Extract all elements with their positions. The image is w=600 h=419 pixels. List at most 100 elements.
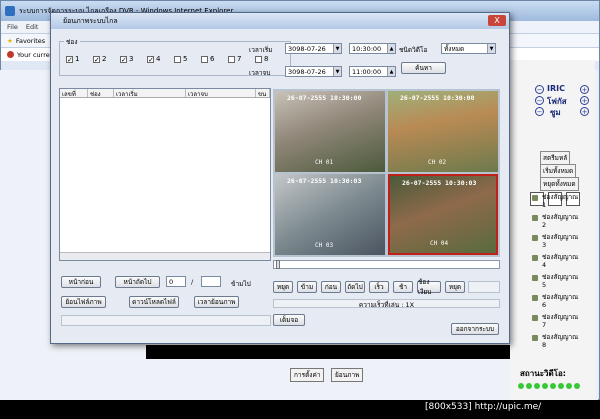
end-time-input[interactable]: 11:00:00 ▲	[349, 66, 396, 77]
chevron-down-icon: ▼	[333, 44, 341, 53]
skip-button[interactable]: ข้าม	[297, 281, 317, 293]
start-time-label: เวลาเริ่ม	[249, 46, 273, 54]
channel-item[interactable]: ช่องสัญญาณ 7	[532, 313, 578, 329]
start-all-button[interactable]: เริ่มทั้งหมด	[540, 164, 577, 178]
column-size: ขน	[256, 89, 270, 98]
record-list[interactable]: เลขที่ ช่อง เวลาเริ่ม เวลาจบ ขน	[59, 88, 271, 261]
plus-focus-icon[interactable]: +	[580, 96, 589, 105]
warning-icon	[7, 51, 14, 58]
settings-button[interactable]: การตั้งค่า	[290, 368, 325, 382]
fullscreen-button[interactable]: เต็มจอ	[273, 314, 305, 326]
camera-icon	[532, 295, 538, 301]
fast-button[interactable]: เร็ว	[369, 281, 389, 293]
warning-text: Your curre	[17, 50, 50, 59]
camera-view-2[interactable]: 26-07-2555 10:30:00 CH 02	[388, 91, 498, 172]
plus-zoom-icon[interactable]: +	[580, 107, 589, 116]
next-button[interactable]: ถัดไป	[345, 281, 365, 293]
channel-checkbox-7[interactable]: 7	[228, 55, 241, 63]
horizontal-scrollbar[interactable]	[60, 252, 270, 260]
list-header: เลขที่ ช่อง เวลาเริ่ม เวลาจบ ขน	[60, 89, 270, 98]
menu-edit[interactable]: Edit	[26, 23, 39, 31]
progress-handle[interactable]	[276, 260, 280, 269]
camera-icon	[532, 195, 538, 201]
prev-page-button[interactable]: หน้าก่อน	[61, 276, 101, 288]
camera-icon	[532, 215, 538, 221]
stop-all-button[interactable]: หยุดทั้งหมด	[540, 177, 579, 191]
minus-zoom-icon[interactable]: −	[535, 107, 544, 116]
camera-id: CH 02	[428, 159, 447, 166]
camera-icon	[532, 335, 538, 341]
end-date-input[interactable]: 3098-07-26 ▼	[285, 66, 342, 77]
minus-iris-icon[interactable]: −	[535, 85, 544, 94]
camera-view-3[interactable]: 26-07-2555 10:30:03 CH 03	[275, 174, 385, 255]
local-file-button[interactable]: ย้อนไฟล์ภาพ	[61, 296, 106, 308]
control-spacer	[468, 281, 500, 293]
video-grid: 26-07-2555 10:30:00 CH 01 26-07-2555 10:…	[273, 89, 500, 257]
channel-item[interactable]: ช่องสัญญาณ 4	[532, 253, 578, 269]
channel-checkbox-3[interactable]: ✓ 3	[120, 55, 133, 63]
status-dot	[542, 383, 548, 389]
stream-select[interactable]: สตรีมหลั	[540, 151, 571, 165]
video-type-select[interactable]: ทั้งหมด ▼	[441, 43, 496, 54]
exit-button[interactable]: ออกจากระบบ	[451, 323, 499, 335]
playback-speed-label: ความเร็วที่เล่น : 1X	[273, 299, 500, 309]
channel-item[interactable]: ช่องสัญญาณ 8	[532, 333, 578, 349]
chevron-down-icon: ▼	[333, 67, 341, 76]
menu-file[interactable]: File	[7, 23, 18, 31]
page-total	[201, 276, 221, 287]
page-input[interactable]: 0	[166, 276, 186, 287]
minus-focus-icon[interactable]: −	[535, 96, 544, 105]
download-file-button[interactable]: ดาวน์โหลดไฟล์	[129, 296, 179, 308]
channel-checkbox-6[interactable]: 6	[201, 55, 214, 63]
camera-icon	[532, 255, 538, 261]
status-dot	[574, 383, 580, 389]
chevron-down-icon: ▼	[487, 44, 495, 53]
status-indicators	[518, 383, 580, 389]
playback-progress-bar[interactable]	[273, 260, 500, 269]
search-button[interactable]: ค้นหา	[401, 62, 446, 74]
mute-button[interactable]: ช้องเงียบ	[417, 278, 441, 296]
column-end: เวลาจบ	[186, 89, 256, 98]
channel-item[interactable]: ช่องสัญญาณ 1	[532, 193, 578, 209]
playback-dialog: ย้อนภาพระบบไกล X ช่อง ✓ 1 ✓ 2 ✓ 3 ✓ 4 5 6 7 …	[50, 12, 510, 344]
camera-view-1[interactable]: 26-07-2555 10:30:00 CH 01	[275, 91, 385, 172]
channel-item[interactable]: ช่องสัญญาณ 5	[532, 273, 578, 289]
previous-button[interactable]: ก่อน	[321, 281, 341, 293]
channel-checkbox-1[interactable]: ✓ 1	[66, 55, 79, 63]
stop-button[interactable]: หยุด	[273, 281, 293, 293]
channel-checkbox-5[interactable]: 5	[174, 55, 187, 63]
time-playback-button[interactable]: เวลาย้อนภาพ	[194, 296, 239, 308]
goto-label[interactable]: ข้ามไป	[231, 279, 251, 289]
spinner-icon: ▲	[387, 44, 395, 53]
ptz-panel: − IRIC + − โฟกัส + − ซูม + สตรีมหลั เริ่…	[510, 60, 595, 400]
column-number: เลขที่	[60, 89, 88, 98]
start-date-input[interactable]: 3098-07-26 ▼	[285, 43, 342, 54]
ie-icon	[5, 6, 15, 16]
next-page-button[interactable]: หน้าถัดไป	[115, 276, 160, 288]
dialog-title: ย้อนภาพระบบไกล	[63, 16, 118, 25]
channel-item[interactable]: ช่องสัญญาณ 2	[532, 213, 578, 229]
camera-view-4[interactable]: 26-07-2555 10:30:03 CH 04	[388, 174, 498, 255]
channel-legend: ช่อง	[64, 37, 80, 47]
column-start: เวลาเริ่ม	[114, 89, 186, 98]
channel-checkbox-8[interactable]: 8	[255, 55, 268, 63]
channel-item[interactable]: ช่องสัญญาณ 3	[532, 233, 578, 249]
channel-item[interactable]: ช่องสัญญาณ 6	[532, 293, 578, 309]
column-channel: ช่อง	[88, 89, 114, 98]
channel-checkbox-2[interactable]: ✓ 2	[93, 55, 106, 63]
channel-checkbox-4[interactable]: ✓ 4	[147, 55, 160, 63]
camera-timestamp: 26-07-2555 10:30:03	[287, 177, 362, 185]
video-status-label: สถานะวิดีโอ:	[520, 369, 566, 378]
pause-button[interactable]: หยุด	[445, 281, 465, 293]
playback-button[interactable]: ย้อนภาพ	[331, 368, 364, 382]
close-button[interactable]: X	[488, 15, 506, 26]
favorites-link[interactable]: Favorites	[16, 37, 45, 45]
status-dot	[534, 383, 540, 389]
slow-button[interactable]: ช้า	[393, 281, 413, 293]
zoom-label: ซูม	[550, 108, 561, 117]
plus-iris-icon[interactable]: +	[580, 85, 589, 94]
status-bar	[61, 315, 271, 326]
start-time-input[interactable]: 10:30:00 ▲	[349, 43, 396, 54]
camera-icon	[532, 315, 538, 321]
status-dot	[550, 383, 556, 389]
